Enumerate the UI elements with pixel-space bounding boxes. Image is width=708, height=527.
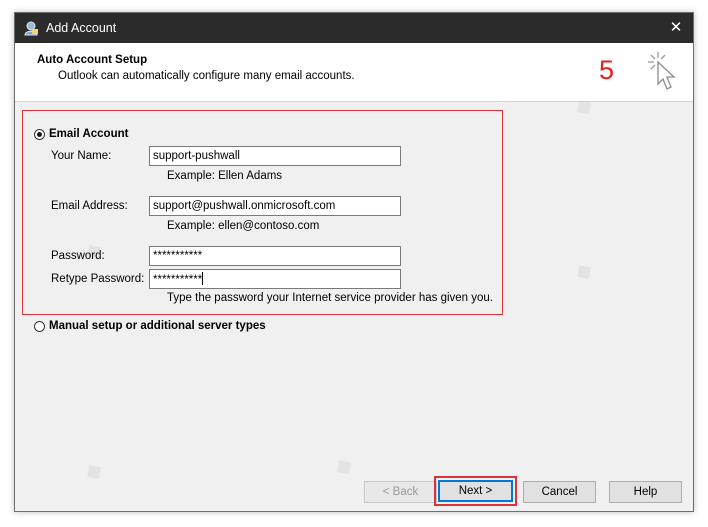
close-button[interactable]: ✕ [659, 13, 693, 43]
password-input[interactable]: *********** [149, 246, 401, 266]
back-button[interactable]: < Back [364, 481, 437, 503]
email-address-label: Email Address: [51, 200, 128, 212]
retype-password-input[interactable]: *********** [149, 269, 401, 289]
your-name-label: Your Name: [51, 150, 112, 162]
your-name-example: Example: Ellen Adams [167, 170, 283, 182]
your-name-input[interactable]: support-pushwall [149, 146, 401, 166]
password-label: Password: [51, 250, 105, 262]
watermark: ◆ [79, 455, 108, 486]
email-address-input[interactable]: support@pushwall.onmicrosoft.com [149, 196, 401, 216]
retype-password-label: Retype Password: [51, 273, 145, 285]
email-account-radio[interactable] [34, 129, 45, 140]
add-account-dialog: Add Account ✕ Auto Account Setup Outlook… [14, 12, 694, 512]
click-cursor-icon [648, 52, 676, 90]
watermark: ◆ [569, 255, 598, 286]
password-hint: Type the password your Internet service … [167, 292, 494, 304]
step-number: 5 [599, 55, 615, 85]
next-button[interactable]: Next > [438, 480, 513, 502]
watermark: ◆ [329, 450, 358, 481]
outlook-account-icon [24, 21, 38, 36]
header-title: Auto Account Setup [37, 54, 148, 66]
wizard-header: Auto Account Setup Outlook can automatic… [15, 43, 693, 102]
help-button[interactable]: Help [609, 481, 682, 503]
cancel-button[interactable]: Cancel [523, 481, 596, 503]
manual-setup-label[interactable]: Manual setup or additional server types [49, 320, 266, 332]
close-icon: ✕ [669, 19, 683, 36]
retype-password-value: *********** [153, 274, 203, 286]
title-bar[interactable]: Add Account ✕ [15, 13, 693, 43]
text-caret [202, 272, 204, 285]
email-account-label[interactable]: Email Account [49, 128, 128, 140]
header-subtitle: Outlook can automatically configure many… [58, 70, 355, 82]
window-title: Add Account [46, 21, 117, 35]
manual-setup-radio[interactable] [34, 321, 45, 332]
email-address-example: Example: ellen@contoso.com [167, 220, 320, 232]
